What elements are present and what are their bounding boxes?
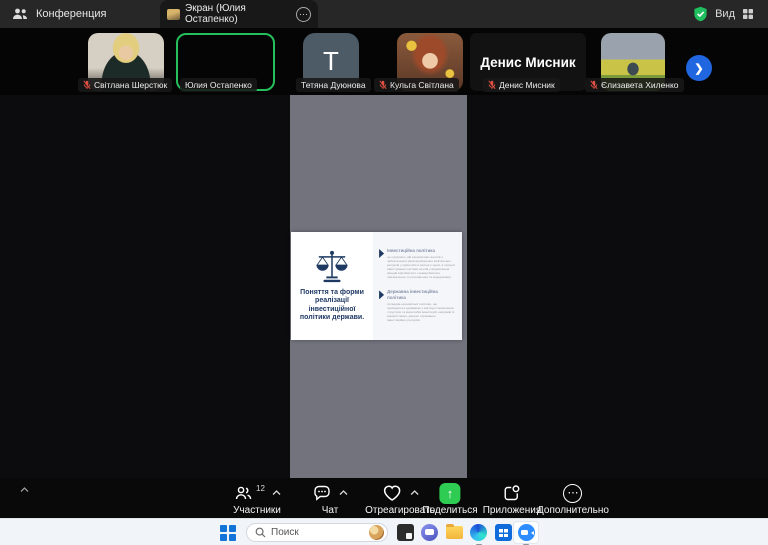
teams-chat-icon[interactable] — [421, 524, 438, 541]
zoom-meeting-window: Конференция Экран (Юлия Остапенко) ⋯ Вид… — [0, 0, 768, 545]
start-button[interactable] — [220, 525, 235, 540]
section-heading: Державна інвестиційна політика — [387, 289, 455, 300]
file-explorer-icon[interactable] — [446, 526, 463, 539]
edge-browser-icon[interactable] — [470, 524, 487, 541]
slide-title: Поняття та форми реалізації інвестиційно… — [300, 289, 364, 323]
participant-name-label: Єлизавета Хиленко — [585, 78, 684, 92]
collapse-toolbar-caret[interactable] — [20, 487, 29, 493]
participant-name-label: Світлана Шерстюк — [78, 78, 172, 92]
chevron-up-icon[interactable] — [272, 490, 281, 496]
section-body: складова економічної політики, що провод… — [387, 302, 455, 322]
view-controls: Вид — [693, 0, 754, 28]
task-view-icon[interactable] — [397, 524, 414, 541]
chat-button[interactable]: Чат — [312, 482, 348, 516]
group-icon — [12, 7, 28, 21]
apps-icon — [502, 483, 522, 503]
participant-display-name: Денис Мисник — [470, 55, 586, 70]
shared-document-background: Поняття та форми реалізації інвестиційно… — [290, 95, 467, 478]
mic-muted-icon — [379, 80, 387, 90]
screen-share-tab[interactable]: Экран (Юлия Остапенко) ⋯ — [160, 0, 318, 28]
zoom-app-icon — [518, 524, 535, 541]
avatar-initial: T — [323, 46, 339, 77]
arrow-bullet-icon — [379, 249, 384, 258]
mic-muted-icon — [83, 80, 91, 90]
windows-taskbar: Поиск ENG — [0, 518, 768, 545]
search-placeholder: Поиск — [271, 527, 299, 538]
more-button[interactable]: ⋯ Дополнительно — [537, 482, 609, 516]
participants-filmstrip: T Денис Мисник Світлана Шерстюк Юлия Ост… — [0, 28, 768, 95]
chevron-up-icon[interactable] — [410, 490, 419, 496]
tab-options-icon[interactable]: ⋯ — [296, 7, 311, 22]
participant-name-label: Тетяна Дуюнова — [296, 78, 371, 92]
participants-button[interactable]: 12 Участники — [233, 482, 281, 516]
section-body: це сукупність дій економічних агентів з … — [387, 255, 455, 279]
arrow-bullet-icon — [379, 290, 384, 299]
participants-icon — [233, 483, 253, 503]
chat-icon — [312, 483, 332, 503]
slide-title-panel: Поняття та форми реалізації інвестиційно… — [291, 232, 373, 340]
slide-content-panel: Інвестиційна політика це сукупність дій … — [373, 232, 462, 340]
search-icon — [255, 527, 266, 538]
zoom-app-active[interactable] — [513, 521, 539, 544]
gallery-grid-icon[interactable] — [742, 8, 754, 20]
meeting-toolbar: 12 Участники Чат Отреагироват — [0, 478, 768, 518]
mic-muted-icon — [488, 80, 496, 90]
share-screen-button[interactable]: ↑ Поделиться — [422, 482, 477, 516]
participant-name-label: Кульга Світлана — [374, 78, 459, 92]
tab-title: Экран (Юлия Остапенко) — [185, 3, 291, 25]
microsoft-store-icon[interactable] — [495, 524, 512, 541]
chevron-up-icon[interactable] — [339, 490, 348, 496]
conference-label: Конференция — [36, 8, 106, 20]
participant-name-label: Юлия Остапенко — [180, 78, 257, 92]
heart-icon — [381, 483, 403, 503]
apps-button[interactable]: Приложения — [483, 482, 542, 516]
shared-screen-stage: Поняття та форми реалізації інвестиційно… — [0, 95, 768, 478]
slide-section: Державна інвестиційна політика складова … — [379, 289, 455, 322]
meeting-top-bar: Конференция Экран (Юлия Остапенко) ⋯ Вид — [0, 0, 768, 28]
taskbar-search[interactable]: Поиск — [246, 523, 388, 542]
mic-muted-icon — [590, 80, 598, 90]
participant-name-label: Денис Мисник — [483, 78, 560, 92]
screen-thumbnail-icon — [167, 9, 180, 20]
slide-section: Інвестиційна політика це сукупність дій … — [379, 248, 455, 279]
security-shield-icon[interactable] — [693, 6, 708, 22]
search-highlight-image[interactable] — [369, 525, 384, 540]
conference-label-group: Конференция — [12, 0, 106, 28]
view-button-label[interactable]: Вид — [715, 8, 735, 20]
presentation-slide: Поняття та форми реалізації інвестиційно… — [291, 232, 462, 340]
section-heading: Інвестиційна політика — [387, 248, 455, 253]
scales-of-justice-icon — [313, 250, 351, 284]
next-participants-button[interactable]: ❯ — [686, 55, 712, 81]
participants-count-badge: 12 — [256, 484, 265, 493]
more-ellipsis-icon: ⋯ — [563, 484, 582, 503]
share-icon: ↑ — [439, 483, 460, 504]
